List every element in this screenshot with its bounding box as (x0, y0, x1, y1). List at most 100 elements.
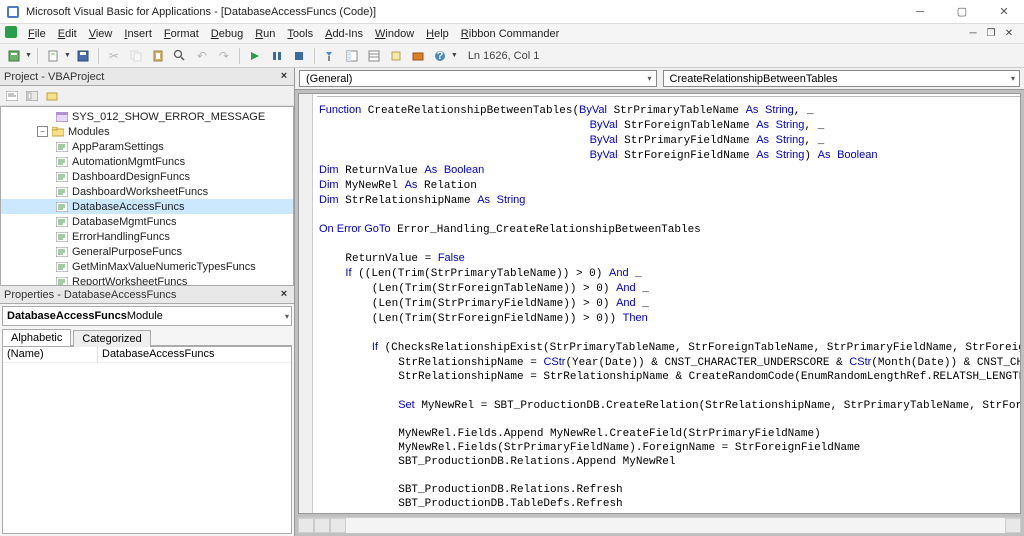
title-bar: Microsoft Visual Basic for Applications … (0, 0, 1024, 24)
reset-button[interactable] (289, 46, 309, 66)
object-combo-value: (General) (306, 73, 352, 85)
redo-button[interactable]: ↷ (214, 46, 234, 66)
menu-view[interactable]: View (83, 26, 119, 42)
property-row[interactable]: (Name)DatabaseAccessFuncs (3, 347, 291, 363)
tree-item-label: Modules (68, 126, 110, 138)
scroll-left-button[interactable] (330, 518, 346, 533)
toolbox-button[interactable] (408, 46, 428, 66)
app-icon (6, 5, 20, 19)
maximize-button[interactable]: ▢ (948, 3, 976, 21)
mdi-close-button[interactable]: ✕ (1002, 27, 1016, 41)
project-toolbar (0, 86, 294, 106)
tree-item-reportworksheetfuncs[interactable]: ReportWorksheetFuncs (1, 274, 293, 286)
tree-item-label: ErrorHandlingFuncs (72, 231, 170, 243)
horizontal-scrollbar[interactable] (298, 517, 1021, 533)
scroll-track[interactable] (346, 518, 1005, 533)
tree-item-modules[interactable]: − Modules (1, 124, 293, 139)
project-panel-close-button[interactable]: × (276, 68, 292, 84)
close-button[interactable]: ✕ (990, 3, 1018, 21)
tab-categorized[interactable]: Categorized (73, 330, 150, 347)
tree-item-dashboardworksheetfuncs[interactable]: DashboardWorksheetFuncs (1, 184, 293, 199)
mod-icon (55, 216, 69, 228)
object-browser-button[interactable] (386, 46, 406, 66)
tree-item-label: DashboardWorksheetFuncs (72, 186, 208, 198)
menu-format[interactable]: Format (158, 26, 205, 42)
project-panel-title: Project - VBAProject (4, 71, 104, 83)
view-code-button[interactable] (4, 88, 20, 104)
insert-toolbar-button[interactable]: ▼ (43, 46, 71, 66)
folder-icon (51, 126, 65, 138)
procedure-view-button[interactable] (314, 518, 330, 533)
properties-object-combo[interactable]: DatabaseAccessFuncs Module ▾ (2, 306, 292, 326)
mod-icon (55, 171, 69, 183)
mdi-minimize-button[interactable]: ─ (966, 27, 980, 41)
menu-run[interactable]: Run (249, 26, 281, 42)
tree-item-automationmgmtfuncs[interactable]: AutomationMgmtFuncs (1, 154, 293, 169)
tree-item-dashboarddesignfuncs[interactable]: DashboardDesignFuncs (1, 169, 293, 184)
menu-bar: FileEditViewInsertFormatDebugRunToolsAdd… (0, 24, 1024, 44)
cursor-position: Ln 1626, Col 1 (468, 50, 540, 62)
tree-toggle-icon[interactable]: − (37, 126, 48, 137)
procedure-combo[interactable]: CreateRelationshipBetweenTables ▾ (663, 70, 1021, 87)
properties-panel-title: Properties - DatabaseAccessFuncs (4, 289, 176, 301)
find-button[interactable] (170, 46, 190, 66)
run-button[interactable] (245, 46, 265, 66)
tab-alphabetic[interactable]: Alphabetic (2, 329, 71, 346)
paste-button[interactable] (148, 46, 168, 66)
chevron-down-icon: ▾ (285, 312, 289, 321)
vba-icon (4, 25, 18, 42)
tree-item-getminmaxvaluenumerictypesfuncs[interactable]: GetMinMaxValueNumericTypesFuncs (1, 259, 293, 274)
mod-icon (55, 141, 69, 153)
view-toolbar-button[interactable]: ▼ (4, 46, 32, 66)
menu-debug[interactable]: Debug (205, 26, 249, 42)
object-combo[interactable]: (General) ▾ (299, 70, 657, 87)
code-editor[interactable]: Function CreateRelationshipBetweenTables… (298, 93, 1021, 514)
project-tree[interactable]: SYS_012_SHOW_ERROR_MESSAGE − Modules AppPar… (0, 106, 294, 286)
mod-icon (55, 156, 69, 168)
tree-item-databaseaccessfuncs[interactable]: DatabaseAccessFuncs (1, 199, 293, 214)
tree-item-label: GetMinMaxValueNumericTypesFuncs (72, 261, 256, 273)
menu-file[interactable]: File (22, 26, 52, 42)
code-text[interactable]: Function CreateRelationshipBetweenTables… (299, 99, 1020, 514)
property-value[interactable]: DatabaseAccessFuncs (98, 347, 291, 362)
menu-ribbon-commander[interactable]: Ribbon Commander (455, 26, 565, 42)
full-module-view-button[interactable] (298, 518, 314, 533)
minimize-button[interactable]: ─ (906, 3, 934, 21)
tree-item-sys-012-show-error-message[interactable]: SYS_012_SHOW_ERROR_MESSAGE (1, 109, 293, 124)
copy-button[interactable] (126, 46, 146, 66)
tree-item-errorhandlingfuncs[interactable]: ErrorHandlingFuncs (1, 229, 293, 244)
tree-item-databasemgmtfuncs[interactable]: DatabaseMgmtFuncs (1, 214, 293, 229)
window-title: Microsoft Visual Basic for Applications … (26, 6, 906, 18)
help-toolbar-button[interactable]: ?▼ (430, 46, 458, 66)
project-explorer-button[interactable] (342, 46, 362, 66)
tree-item-appparamsettings[interactable]: AppParamSettings (1, 139, 293, 154)
undo-button[interactable]: ↶ (192, 46, 212, 66)
scroll-right-button[interactable] (1005, 518, 1021, 533)
form-icon (55, 111, 69, 123)
properties-panel-header: Properties - DatabaseAccessFuncs × (0, 286, 294, 304)
properties-window-button[interactable] (364, 46, 384, 66)
cut-button[interactable]: ✂ (104, 46, 124, 66)
mdi-restore-button[interactable]: ❐ (984, 27, 998, 41)
project-panel-header: Project - VBAProject × (0, 68, 294, 86)
properties-grid[interactable]: (Name)DatabaseAccessFuncs (2, 346, 292, 534)
menu-help[interactable]: Help (420, 26, 455, 42)
menu-insert[interactable]: Insert (118, 26, 158, 42)
menu-edit[interactable]: Edit (52, 26, 83, 42)
menu-tools[interactable]: Tools (281, 26, 319, 42)
tree-item-label: AutomationMgmtFuncs (72, 156, 185, 168)
break-button[interactable] (267, 46, 287, 66)
svg-text:?: ? (437, 50, 444, 62)
properties-panel-close-button[interactable]: × (276, 286, 292, 302)
mod-icon (55, 276, 69, 287)
menu-add-ins[interactable]: Add-Ins (319, 26, 369, 42)
mod-icon (55, 261, 69, 273)
chevron-down-icon: ▾ (1011, 74, 1015, 83)
toggle-folders-button[interactable] (44, 88, 60, 104)
menu-window[interactable]: Window (369, 26, 420, 42)
view-object-button[interactable] (24, 88, 40, 104)
design-mode-button[interactable] (320, 46, 340, 66)
save-button[interactable] (73, 46, 93, 66)
tree-item-label: AppParamSettings (72, 141, 164, 153)
tree-item-generalpurposefuncs[interactable]: GeneralPurposeFuncs (1, 244, 293, 259)
